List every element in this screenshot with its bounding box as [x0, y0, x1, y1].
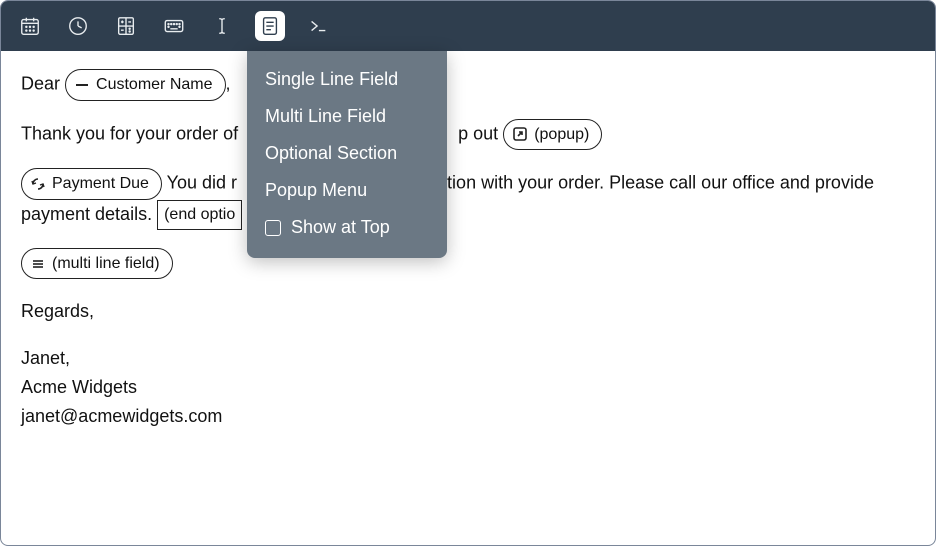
- menu-label: Show at Top: [291, 217, 390, 238]
- clock-icon[interactable]: [63, 11, 93, 41]
- multi-line-field[interactable]: (multi line field): [21, 248, 173, 280]
- popup-icon: [512, 126, 528, 142]
- thanks-before: Thank you for your order of: [21, 123, 238, 143]
- menu-label: Optional Section: [265, 143, 397, 164]
- regards-line: Regards,: [21, 297, 915, 326]
- field-label: (multi line field): [52, 251, 160, 277]
- field-label: (popup): [534, 122, 589, 148]
- checkbox-icon: [265, 220, 281, 236]
- menu-single-line-field[interactable]: Single Line Field: [247, 61, 447, 98]
- field-label: Payment Due: [52, 171, 149, 197]
- end-option-marker[interactable]: (end optio: [157, 200, 242, 230]
- menu-label: Popup Menu: [265, 180, 367, 201]
- popup-field[interactable]: (popup): [503, 119, 602, 151]
- menu-show-at-top[interactable]: Show at Top: [247, 209, 447, 246]
- toolbar: [1, 1, 935, 51]
- field-label: Customer Name: [96, 72, 212, 98]
- calculator-icon[interactable]: [111, 11, 141, 41]
- keyboard-icon[interactable]: [159, 11, 189, 41]
- menu-optional-section[interactable]: Optional Section: [247, 135, 447, 172]
- payment-due-field[interactable]: Payment Due: [21, 168, 162, 200]
- payment-before: You did r: [167, 173, 237, 193]
- customer-name-field[interactable]: Customer Name: [65, 69, 225, 101]
- menu-multi-line-field[interactable]: Multi Line Field: [247, 98, 447, 135]
- text-cursor-icon[interactable]: [207, 11, 237, 41]
- thanks-after: p out: [458, 123, 498, 143]
- date-picker-icon[interactable]: [15, 11, 45, 41]
- form-icon[interactable]: [255, 11, 285, 41]
- signature-company: Acme Widgets: [21, 373, 915, 402]
- multi-line-icon: [30, 256, 46, 272]
- editor-content[interactable]: Dear Customer Name , Thank you for your …: [1, 51, 935, 449]
- signature-email: janet@acmewidgets.com: [21, 402, 915, 431]
- editor-window: Dear Customer Name , Thank you for your …: [0, 0, 936, 546]
- greeting-prefix: Dear: [21, 74, 60, 94]
- menu-popup-menu[interactable]: Popup Menu: [247, 172, 447, 209]
- greeting-suffix: ,: [226, 74, 231, 94]
- menu-label: Multi Line Field: [265, 106, 386, 127]
- menu-label: Single Line Field: [265, 69, 398, 90]
- signature-name: Janet,: [21, 344, 915, 373]
- terminal-icon[interactable]: [303, 11, 333, 41]
- optional-section-icon: [30, 176, 46, 192]
- form-dropdown-menu: Single Line Field Multi Line Field Optio…: [247, 51, 447, 258]
- single-line-icon: [74, 77, 90, 93]
